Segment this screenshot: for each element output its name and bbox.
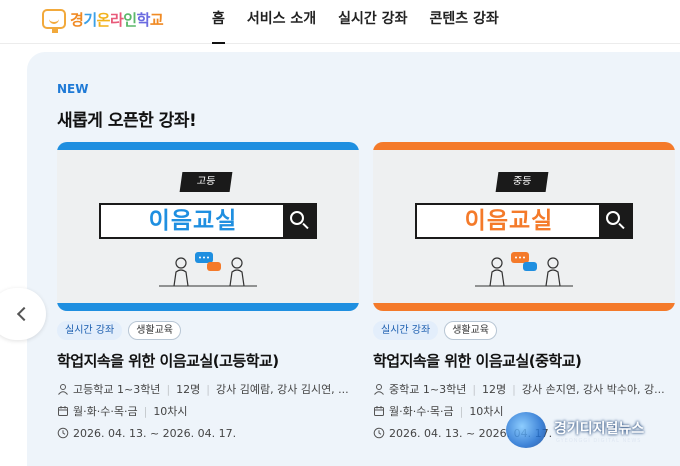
watermark-text: 경기디지털뉴스 (554, 421, 645, 437)
watermark-logo: 경기디지털뉴스 GYEONGGI DIGITAL NEWS (506, 410, 676, 450)
site-logo[interactable]: 경기온라인학교 (42, 8, 164, 33)
people-talking-illustration (475, 252, 573, 287)
tag-live-course: 실시간 강좌 (373, 321, 439, 340)
course-target: 중학교 1~3학년 (389, 383, 467, 396)
section-title: 새롭게 오픈한 강좌! (57, 111, 197, 131)
course-meta-audience: 중학교 1~3학년 | 12명 | 강사 손지연, 강사 박수아, 강... (373, 381, 675, 397)
thumb-search-bar: 이음교실 (99, 203, 317, 239)
calendar-icon (58, 406, 68, 416)
course-capacity: 12명 (482, 383, 507, 396)
course-title[interactable]: 학업지속을 위한 이음교실(중학교) (373, 350, 675, 372)
thumb-accent-top (57, 142, 359, 150)
course-sessions: 10차시 (469, 405, 504, 418)
course-meta-period: 2026. 04. 13. ~ 2026. 04. 17. (57, 425, 359, 441)
course-sessions: 10차시 (153, 405, 188, 418)
calendar-icon (374, 406, 384, 416)
tag-list: 실시간 강좌 생활교육 (57, 321, 359, 341)
nav-content-courses[interactable]: 콘텐츠 강좌 (429, 0, 498, 44)
divider: | (459, 404, 464, 418)
nav-live-courses[interactable]: 실시간 강좌 (338, 0, 407, 44)
person-icon (374, 384, 384, 395)
nav-home[interactable]: 홈 (212, 0, 225, 44)
thumb-search-text: 이음교실 (464, 208, 554, 234)
course-card[interactable]: 중등 이음교실 실시간 강좌 생활교육 학업지속을 위한 이음교실(중학교) 중… (373, 142, 675, 441)
tag-list: 실시간 강좌 생활교육 (373, 321, 675, 341)
divider: | (166, 382, 171, 396)
tag-category: 생활교육 (444, 321, 497, 340)
magnifier-icon (283, 205, 315, 237)
chevron-left-icon (16, 306, 32, 322)
thumb-accent-bottom (373, 303, 675, 311)
divider: | (143, 404, 148, 418)
course-card[interactable]: 고등 이음교실 실시간 강좌 생활교육 학업지속을 위한 이음교실(고등학교) … (57, 142, 359, 441)
grade-tag: 고등 (179, 172, 233, 192)
course-meta-schedule: 월·화·수·목·금 | 10차시 (57, 403, 359, 419)
course-period: 2026. 04. 13. ~ 2026. 04. 17. (73, 426, 237, 440)
course-days: 월·화·수·목·금 (73, 405, 138, 418)
tag-live-course: 실시간 강좌 (57, 321, 123, 340)
thumb-search-text: 이음교실 (148, 208, 238, 234)
people-talking-illustration (159, 252, 257, 287)
watermark-subtext: GYEONGGI DIGITAL NEWS (556, 438, 642, 444)
course-teachers: 강사 김예람, 강사 김시연, ... (216, 383, 349, 396)
new-badge: NEW (57, 82, 89, 96)
monitor-logo-icon (42, 9, 66, 33)
thumb-accent-top (373, 142, 675, 150)
course-title[interactable]: 학업지속을 위한 이음교실(고등학교) (57, 350, 359, 372)
divider: | (206, 382, 210, 396)
divider: | (512, 382, 516, 396)
tag-category: 생활교육 (128, 321, 181, 340)
course-capacity: 12명 (176, 383, 201, 396)
main-nav: 홈 서비스 소개 실시간 강좌 콘텐츠 강좌 (212, 0, 521, 44)
course-meta-audience: 고등학교 1~3학년 | 12명 | 강사 김예람, 강사 김시연, ... (57, 381, 359, 397)
thumb-search-bar: 이음교실 (415, 203, 633, 239)
globe-icon (506, 412, 546, 448)
course-days: 월·화·수·목·금 (389, 405, 454, 418)
nav-service-intro[interactable]: 서비스 소개 (247, 0, 316, 44)
magnifier-icon (599, 205, 631, 237)
divider: | (472, 382, 477, 396)
course-thumbnail[interactable]: 고등 이음교실 (57, 142, 359, 311)
person-icon (58, 384, 68, 395)
clock-icon (57, 427, 69, 439)
course-target: 고등학교 1~3학년 (73, 383, 161, 396)
course-teachers: 강사 손지연, 강사 박수아, 강... (521, 383, 665, 396)
grade-tag: 중등 (495, 172, 549, 192)
thumb-accent-bottom (57, 303, 359, 311)
site-header: 경기온라인학교 홈 서비스 소개 실시간 강좌 콘텐츠 강좌 (0, 0, 680, 44)
logo-text: 경기온라인학교 (70, 10, 164, 29)
clock-icon (373, 427, 385, 439)
course-thumbnail[interactable]: 중등 이음교실 (373, 142, 675, 311)
